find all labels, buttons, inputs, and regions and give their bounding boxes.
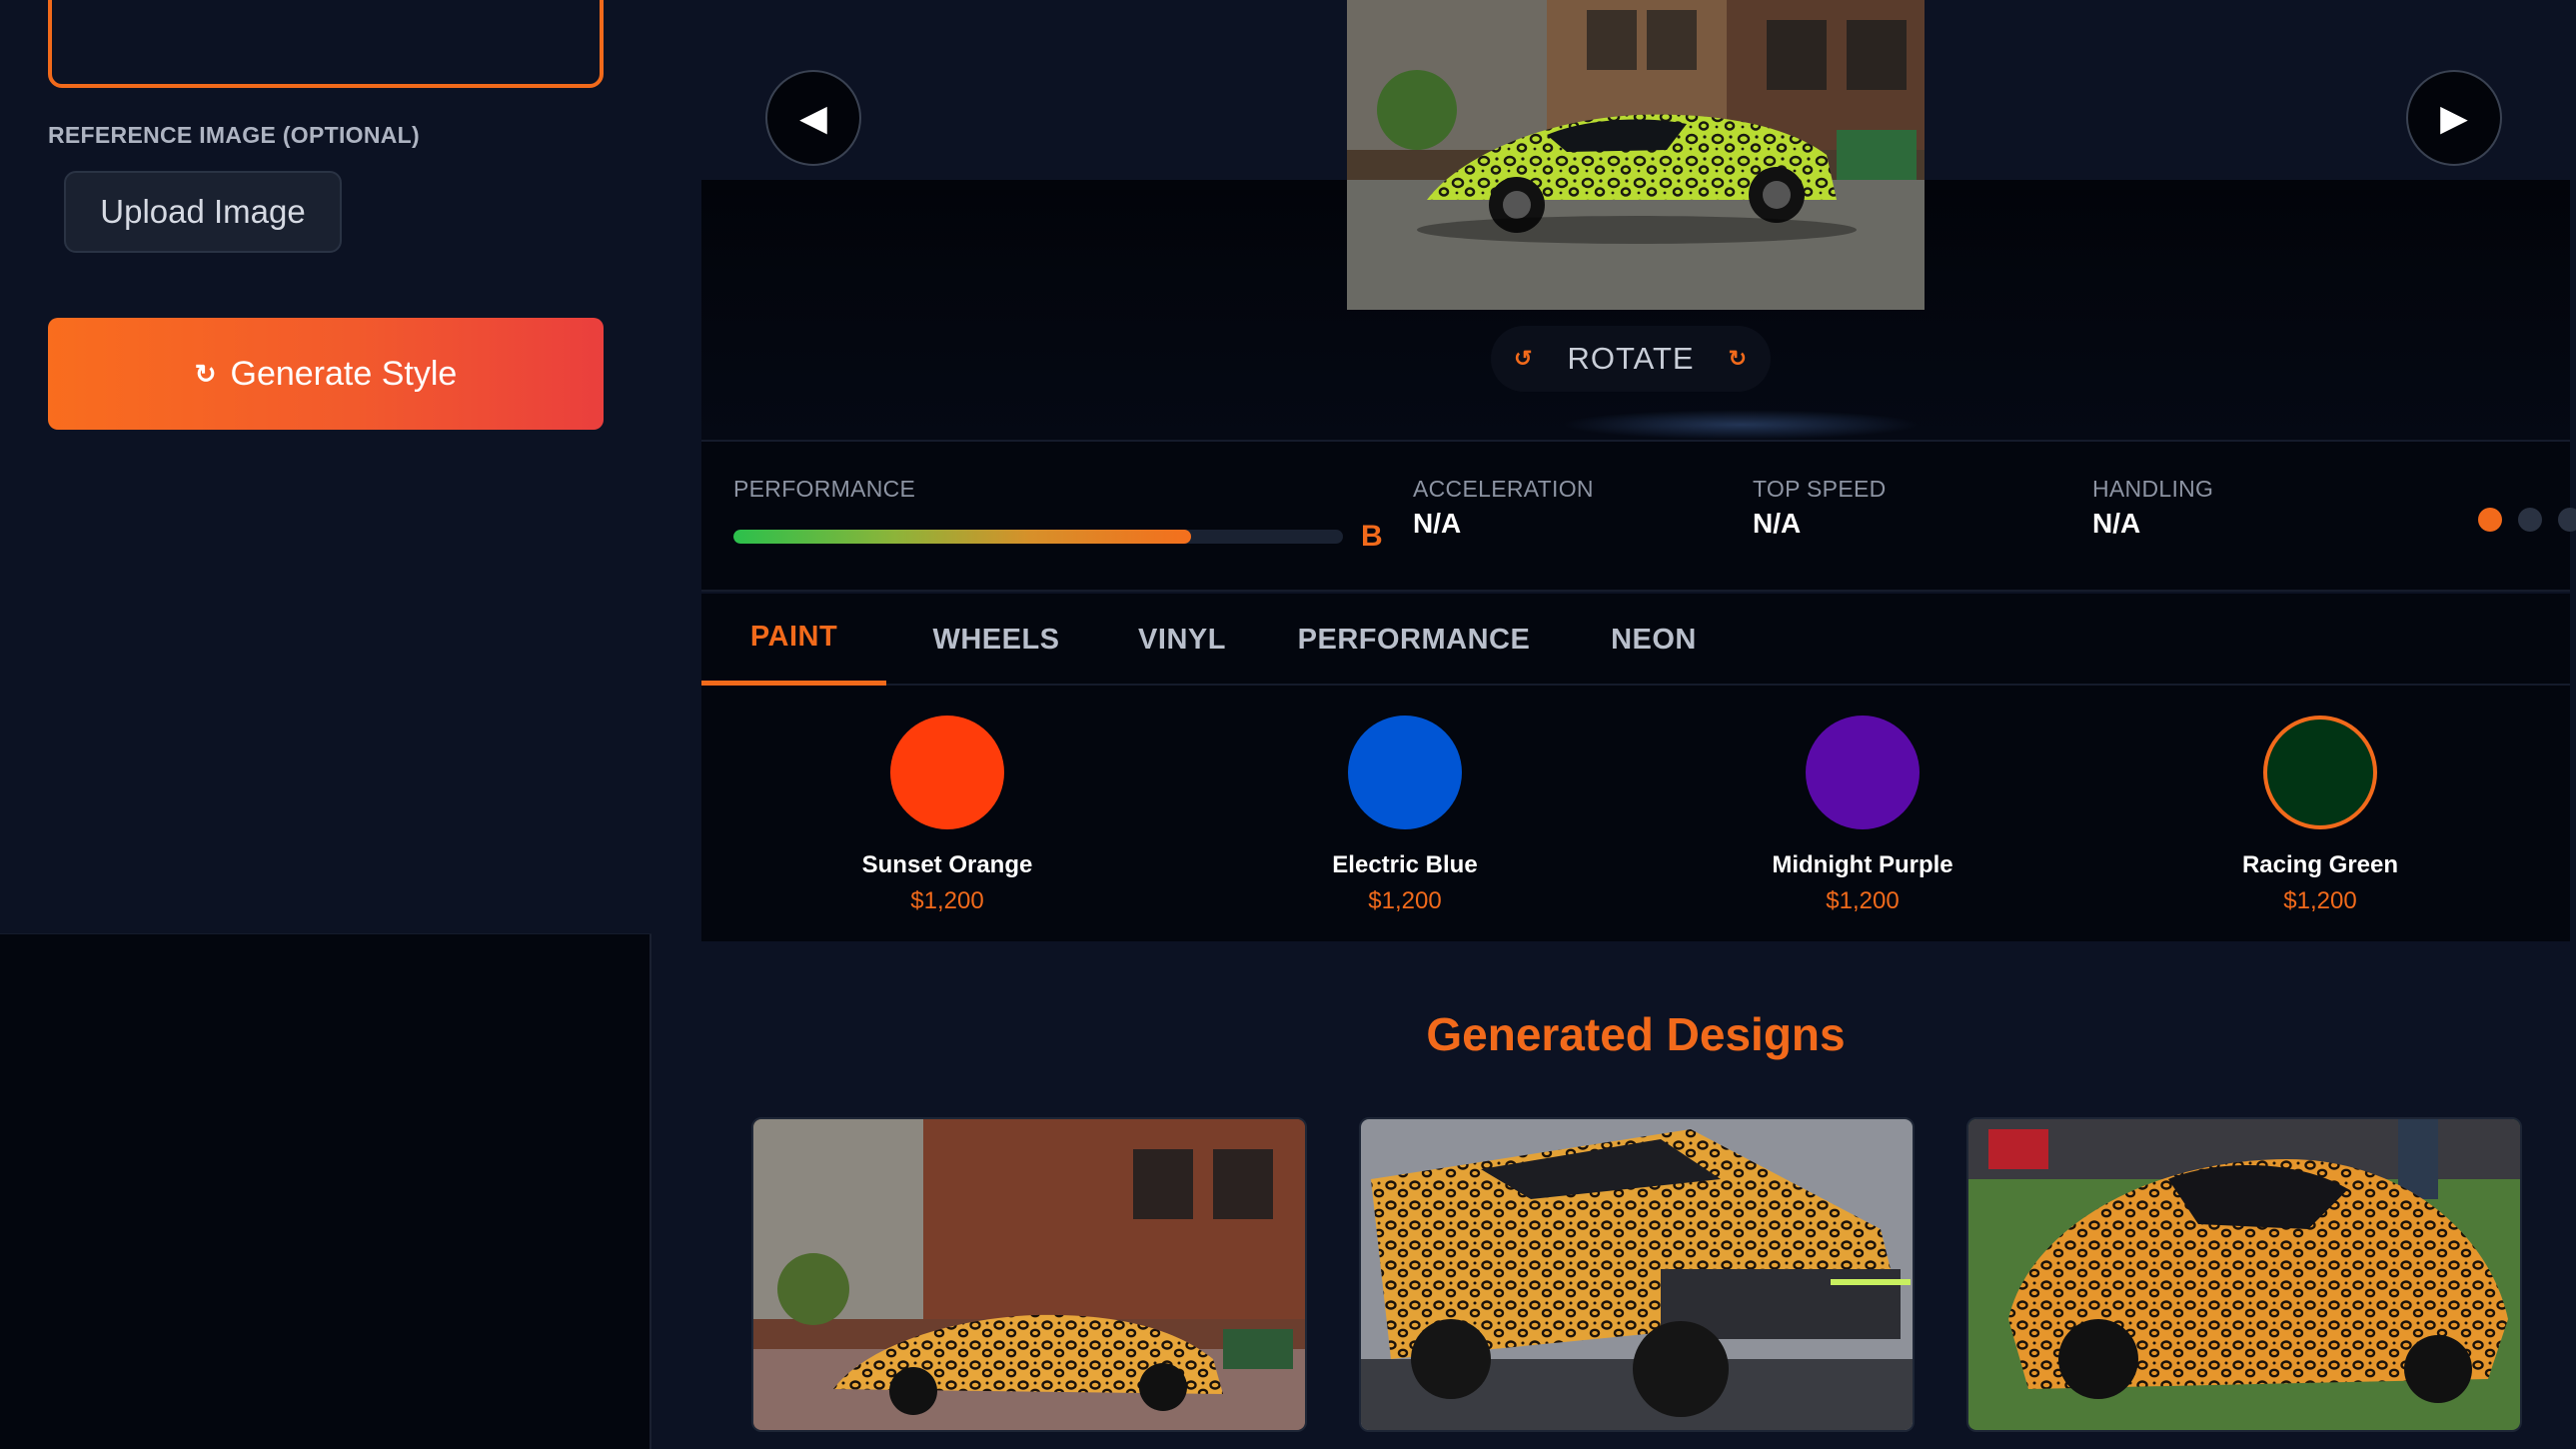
paint-price: $1,200 xyxy=(2283,887,2357,914)
previous-arrow-icon: ◀ xyxy=(799,97,827,138)
paint-name: Sunset Orange xyxy=(861,851,1033,878)
performance-bar-fill xyxy=(733,530,1191,544)
design-card-1[interactable] xyxy=(751,1117,1307,1432)
paint-name: Electric Blue xyxy=(1332,851,1478,878)
paint-swatch xyxy=(2263,716,2377,829)
tab-performance[interactable]: PERFORMANCE xyxy=(1258,594,1570,686)
tab-paint[interactable]: PAINT xyxy=(701,594,886,686)
paint-swatch xyxy=(890,716,1004,829)
paint-name: Racing Green xyxy=(2241,851,2399,878)
next-arrow-icon: ▶ xyxy=(2440,97,2468,138)
reference-image-label: REFERENCE IMAGE (OPTIONAL) xyxy=(48,122,420,148)
design-card-2[interactable] xyxy=(1359,1117,1915,1432)
handling-label: HANDLING xyxy=(2092,476,2214,502)
paint-price: $1,200 xyxy=(910,887,984,914)
stats-bar: PERFORMANCE B ACCELERATION N/A TOP SPEED… xyxy=(701,440,2576,592)
sidebar-panel: REFERENCE IMAGE (OPTIONAL) Upload Image … xyxy=(0,0,651,934)
generated-designs-title: Generated Designs xyxy=(1426,1008,1846,1060)
upload-image-button[interactable]: Upload Image xyxy=(64,171,342,253)
customization-tabs: PAINT WHEELS VINYL PERFORMANCE NEON xyxy=(701,594,2570,686)
performance-grade: B xyxy=(1361,520,1383,553)
car-preview-image xyxy=(1347,0,1925,310)
design-thumbnail xyxy=(1361,1119,1913,1430)
car-preview-illustration xyxy=(1347,0,1925,310)
sidebar: REFERENCE IMAGE (OPTIONAL) Upload Image … xyxy=(0,0,651,1449)
paint-swatch xyxy=(1348,716,1462,829)
tab-neon[interactable]: NEON xyxy=(1570,594,1738,686)
page-dot-2[interactable] xyxy=(2518,508,2542,532)
paint-name: Midnight Purple xyxy=(1772,851,1953,878)
app-root: REFERENCE IMAGE (OPTIONAL) Upload Image … xyxy=(0,0,2576,1449)
top-speed-value: N/A xyxy=(1753,508,1802,539)
paint-option-sunset-orange[interactable]: Sunset Orange $1,200 xyxy=(797,716,1097,915)
paint-option-electric-blue[interactable]: Electric Blue $1,200 xyxy=(1255,716,1555,915)
rotate-left-icon: ↺ xyxy=(1514,346,1534,371)
design-thumbnail xyxy=(753,1119,1305,1430)
paint-option-midnight-purple[interactable]: Midnight Purple $1,200 xyxy=(1713,716,2012,915)
rotate-right-icon: ↻ xyxy=(1728,346,1748,371)
paint-price: $1,200 xyxy=(1826,887,1900,914)
acceleration-value: N/A xyxy=(1413,508,1462,539)
tab-vinyl[interactable]: VINYL xyxy=(1106,594,1258,686)
rotate-button[interactable]: ↺ ROTATE ↻ xyxy=(1491,326,1771,392)
performance-bar xyxy=(733,530,1343,544)
top-speed-label: TOP SPEED xyxy=(1753,476,1887,502)
generate-style-button[interactable]: ↻ Generate Style xyxy=(48,318,604,430)
page-dot-1[interactable] xyxy=(2478,508,2502,532)
previous-car-button[interactable]: ◀ xyxy=(765,70,861,166)
page-indicator xyxy=(2478,508,2576,532)
paint-option-racing-green[interactable]: Racing Green $1,200 xyxy=(2170,716,2470,915)
main-content: ◀ ▶ ↺ ROTATE ↻ PERFORMANCE B ACCELERATIO… xyxy=(653,0,2576,1449)
prompt-input[interactable] xyxy=(48,0,604,88)
paint-price: $1,200 xyxy=(1368,887,1442,914)
tab-wheels[interactable]: WHEELS xyxy=(886,594,1106,686)
design-thumbnail xyxy=(1968,1119,2520,1430)
design-card-3[interactable] xyxy=(1966,1117,2522,1432)
refresh-icon: ↻ xyxy=(194,358,217,389)
acceleration-label: ACCELERATION xyxy=(1413,476,1594,502)
viewer-glow xyxy=(1561,410,1921,440)
performance-label: PERFORMANCE xyxy=(733,476,916,502)
next-car-button[interactable]: ▶ xyxy=(2406,70,2502,166)
paint-options: Sunset Orange $1,200 Electric Blue $1,20… xyxy=(701,686,2570,941)
handling-value: N/A xyxy=(2092,508,2141,539)
page-dot-3[interactable] xyxy=(2558,508,2576,532)
paint-swatch xyxy=(1806,716,1920,829)
rotate-label: ROTATE xyxy=(1567,341,1695,376)
generate-style-label: Generate Style xyxy=(230,354,458,393)
